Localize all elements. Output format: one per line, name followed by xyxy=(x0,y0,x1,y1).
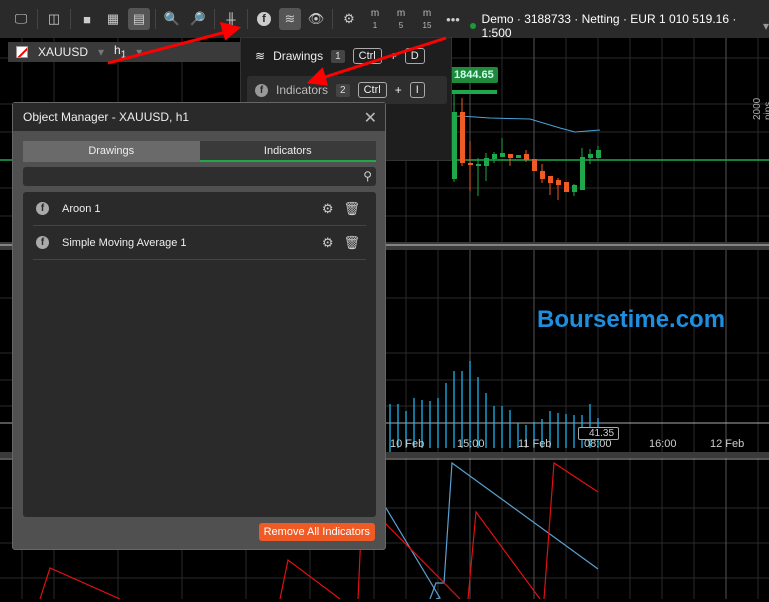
annotation-arrows xyxy=(107,21,447,86)
